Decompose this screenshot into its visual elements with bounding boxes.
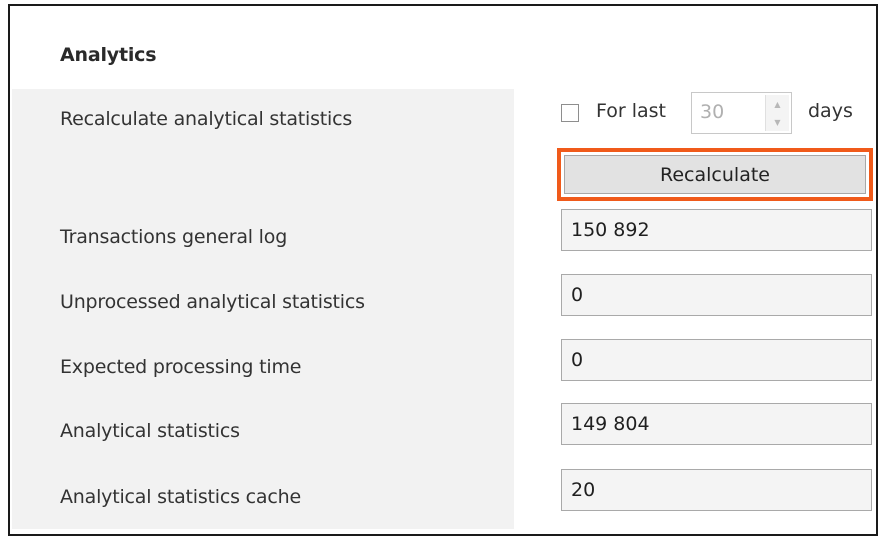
- chevron-down-icon[interactable]: ▼: [766, 113, 789, 131]
- for-last-label: For last: [596, 100, 666, 122]
- recalculate-button[interactable]: Recalculate: [564, 155, 866, 194]
- days-unit-label: days: [808, 100, 853, 122]
- section-title: Analytics: [60, 44, 157, 66]
- field-label-analytical-statistics: Analytical statistics: [60, 420, 240, 442]
- transactions-general-log-field[interactable]: 150 892: [561, 209, 872, 251]
- field-label-transactions-general-log: Transactions general log: [60, 226, 288, 248]
- field-label-analytical-statistics-cache: Analytical statistics cache: [60, 486, 301, 508]
- chevron-up-icon[interactable]: ▲: [766, 95, 789, 113]
- days-value: 30: [700, 101, 725, 123]
- expected-processing-time-field[interactable]: 0: [561, 339, 872, 381]
- field-label-unprocessed-analytical-statistics: Unprocessed analytical statistics: [60, 291, 365, 313]
- stepper-buttons: ▲ ▼: [765, 95, 789, 131]
- recalculate-button-highlight: Recalculate: [557, 148, 873, 201]
- analytical-statistics-cache-field[interactable]: 20: [561, 469, 872, 511]
- analytics-panel: Analytics Recalculate analytical statist…: [8, 4, 878, 536]
- analytical-statistics-field[interactable]: 149 804: [561, 403, 872, 445]
- field-label-expected-processing-time: Expected processing time: [60, 356, 302, 378]
- unprocessed-analytical-statistics-field[interactable]: 0: [561, 274, 872, 316]
- days-stepper[interactable]: 30 ▲ ▼: [691, 92, 792, 134]
- recalculate-label: Recalculate analytical statistics: [60, 108, 353, 130]
- for-last-checkbox[interactable]: [561, 104, 579, 122]
